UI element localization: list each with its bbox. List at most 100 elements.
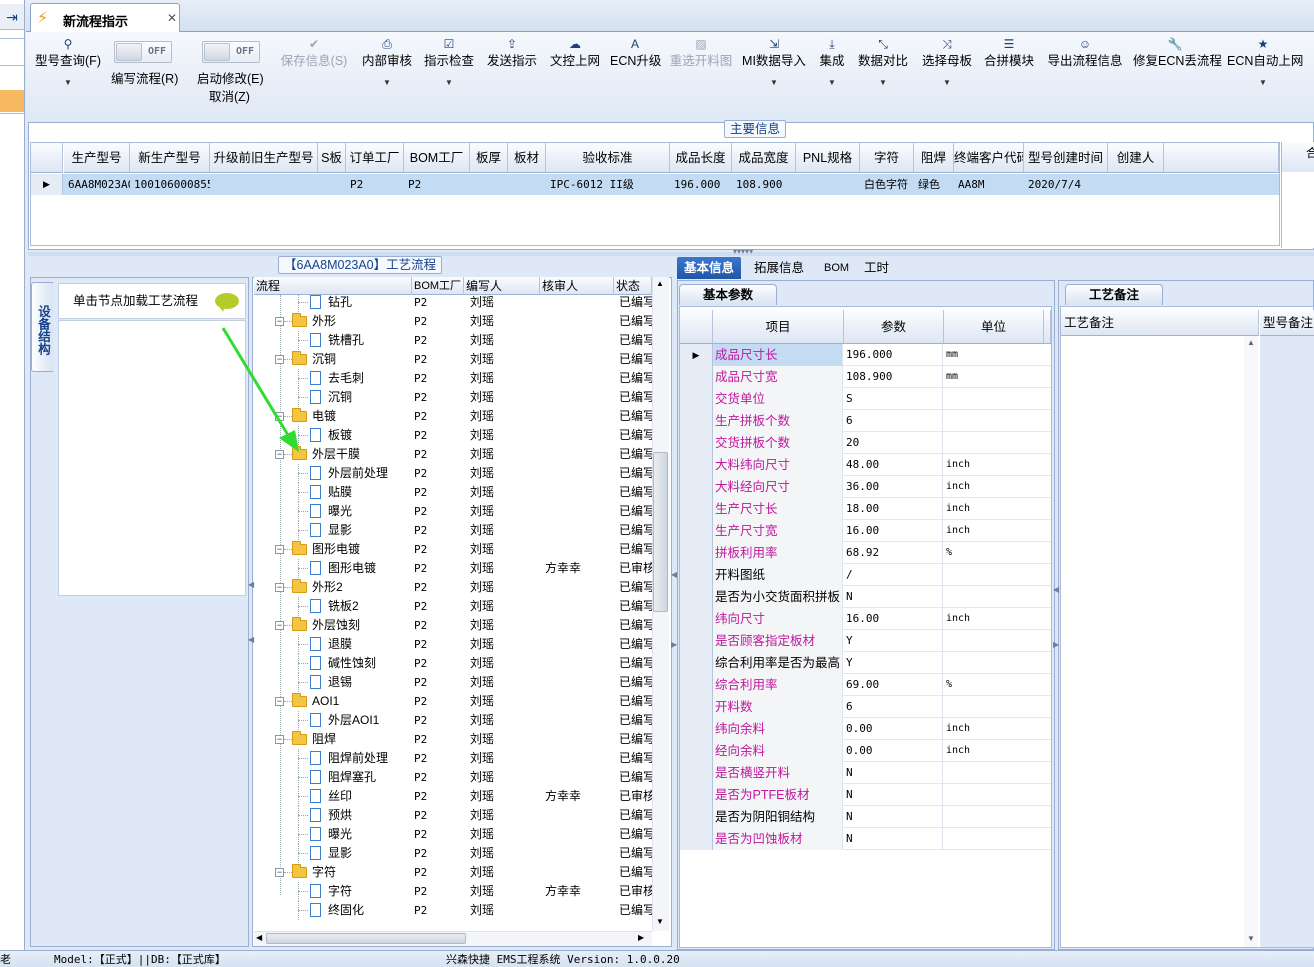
tree-row[interactable]: 碱性蚀刻 P2 刘瑶 已编写 [254,654,652,673]
param-unit[interactable]: % [944,674,1044,696]
param-unit[interactable] [944,828,1044,850]
param-row[interactable]: 是否为凹蚀板材 N [680,828,1051,850]
tree-row[interactable]: − 沉铜 P2 刘瑶 已编写 [254,350,652,369]
table-cell[interactable]: 6AA8M023A0 [64,175,130,195]
param-row[interactable]: 成品尺寸宽 108.900 mm [680,366,1051,388]
param-unit[interactable] [944,784,1044,806]
col-process-remark[interactable]: 工艺备注 [1061,310,1259,336]
param-row[interactable]: 生产尺寸长 18.00 inch [680,498,1051,520]
param-row[interactable]: 是否为小交货面积拼板 N [680,586,1051,608]
param-value[interactable]: 48.00 [844,454,943,476]
collapse-left-icon[interactable]: ◀ [671,570,677,579]
param-value[interactable]: 20 [844,432,943,454]
col-header[interactable]: 生产型号 [64,143,130,173]
param-unit[interactable] [944,696,1044,718]
param-row[interactable]: 交货拼板个数 20 [680,432,1051,454]
col-header[interactable]: 终端客户代码 [954,143,1024,173]
param-value[interactable]: 0.00 [844,718,943,740]
collapse-icon[interactable]: − [275,545,284,554]
col-header[interactable]: 板材 [508,143,546,173]
tree-row[interactable]: 显影 P2 刘瑶 已编写 [254,844,652,863]
collapse-left-icon[interactable]: ◀ [248,635,254,644]
param-value[interactable]: N [844,828,943,850]
param-row[interactable]: 开料数 6 [680,696,1051,718]
start-modify-toggle[interactable]: OFF [202,41,260,63]
chevron-down-icon[interactable]: ▼ [423,78,475,94]
param-unit[interactable]: mm [944,344,1044,366]
tree-row[interactable]: 曝光 P2 刘瑶 已编写 [254,502,652,521]
tree-row[interactable]: 预烘 P2 刘瑶 已编写 [254,806,652,825]
table-cell[interactable] [796,175,860,195]
scroll-up-icon[interactable]: ▲ [1247,338,1255,347]
col-header[interactable]: 验收标准 [546,143,670,173]
tree-row[interactable]: 终固化 P2 刘瑶 已编写 [254,901,652,920]
param-unit[interactable] [944,652,1044,674]
col-header[interactable]: 成品宽度 [732,143,796,173]
param-unit[interactable] [944,630,1044,652]
col-header[interactable]: 型号创建时间 [1024,143,1108,173]
col-unit[interactable]: 单位 [944,310,1044,344]
tree-row[interactable]: 板镀 P2 刘瑶 已编写 [254,426,652,445]
param-row[interactable]: 综合利用率是否为最高 Y [680,652,1051,674]
col-status[interactable]: 状态 [614,277,652,295]
basic-params-tab[interactable]: 基本参数 [679,284,777,305]
collapse-left-icon[interactable]: ◀ [248,580,254,589]
table-cell[interactable]: 10010600085563 [130,175,210,195]
table-cell[interactable]: IPC-6012 II级 [546,175,670,195]
collapse-right-icon[interactable]: ▶ [671,640,677,649]
scroll-left-icon[interactable]: ◀ [256,933,262,942]
internal-audit-button[interactable]: ⎙ 内部审核 ▼ [359,36,415,94]
param-unit[interactable] [944,586,1044,608]
ecn-auto-online-button[interactable]: ★ ECN自动上网 ▼ [1227,36,1303,94]
table-cell[interactable] [508,175,546,195]
tab-bom[interactable]: BOM [817,257,856,279]
tab-work-hours[interactable]: 工时 [857,257,896,279]
chevron-down-icon[interactable]: ▼ [32,78,104,94]
table-cell[interactable]: 2020/7/4 [1024,175,1108,195]
table-cell[interactable]: P2 [404,175,470,195]
save-info-button[interactable]: ✔ 保存信息(S) [279,36,349,70]
table-cell[interactable] [210,175,318,195]
collapse-icon[interactable]: − [275,583,284,592]
param-unit[interactable] [944,762,1044,784]
col-header[interactable]: 字符 [860,143,914,173]
param-row[interactable]: 交货单位 S [680,388,1051,410]
table-cell[interactable]: 196.000 [670,175,732,195]
tree-row[interactable]: − 外层干膜 P2 刘瑶 已编写 [254,445,652,464]
collapse-icon[interactable]: − [275,735,284,744]
tree-row[interactable]: 钻孔 P2 刘瑶 已编写 [254,295,652,312]
speech-bubble-icon[interactable] [215,293,239,312]
param-row[interactable]: 是否顾客指定板材 Y [680,630,1051,652]
tree-row[interactable]: 图形电镀 P2 刘瑶 方幸幸 已审核 [254,559,652,578]
chevron-down-icon[interactable]: ▼ [816,78,848,94]
select-mother-board-button[interactable]: ⤨ 选择母板 ▼ [919,36,975,94]
col-header[interactable]: S板 [318,143,346,173]
chevron-down-icon[interactable]: ▼ [919,78,975,94]
param-row[interactable]: ▶ 成品尺寸长 196.000 mm [680,344,1051,366]
param-unit[interactable] [944,806,1044,828]
param-value[interactable]: 68.92 [844,542,943,564]
param-value[interactable]: Y [844,652,943,674]
param-value[interactable]: 16.00 [844,520,943,542]
document-tab[interactable]: ⚡ 新流程指示 ✕ [30,3,180,32]
tree-row[interactable]: 字符 P2 刘瑶 方幸幸 已审核 [254,882,652,901]
collapse-left-icon[interactable]: ◀ [1053,585,1059,594]
instruction-check-button[interactable]: ☑ 指示检查 ▼ [423,36,475,94]
param-row[interactable]: 开料图纸 / [680,564,1051,586]
exit-icon[interactable]: ⇥ [0,4,24,30]
col-header[interactable]: 阻焊 [914,143,954,173]
tree-row[interactable]: 外层AOI1 P2 刘瑶 已编写 [254,711,652,730]
col-header[interactable]: 成品长度 [670,143,732,173]
param-row[interactable]: 生产拼板个数 6 [680,410,1051,432]
param-value[interactable]: 196.000 [844,344,943,366]
tree-row[interactable]: − 外层蚀刻 P2 刘瑶 已编写 [254,616,652,635]
param-unit[interactable] [944,388,1044,410]
col-header[interactable]: 板厚 [470,143,508,173]
param-unit[interactable]: inch [944,476,1044,498]
chevron-down-icon[interactable]: ▼ [1227,78,1299,94]
panel-splitter[interactable]: ▾▾▾▾▾ [28,247,1314,256]
col-bom-factory[interactable]: BOM工厂 [412,277,464,295]
tree-row[interactable]: − 电镀 P2 刘瑶 已编写 [254,407,652,426]
doc-online-button[interactable]: ☁ 文控上网 [547,36,603,70]
col-header[interactable]: 创建人 [1108,143,1164,173]
